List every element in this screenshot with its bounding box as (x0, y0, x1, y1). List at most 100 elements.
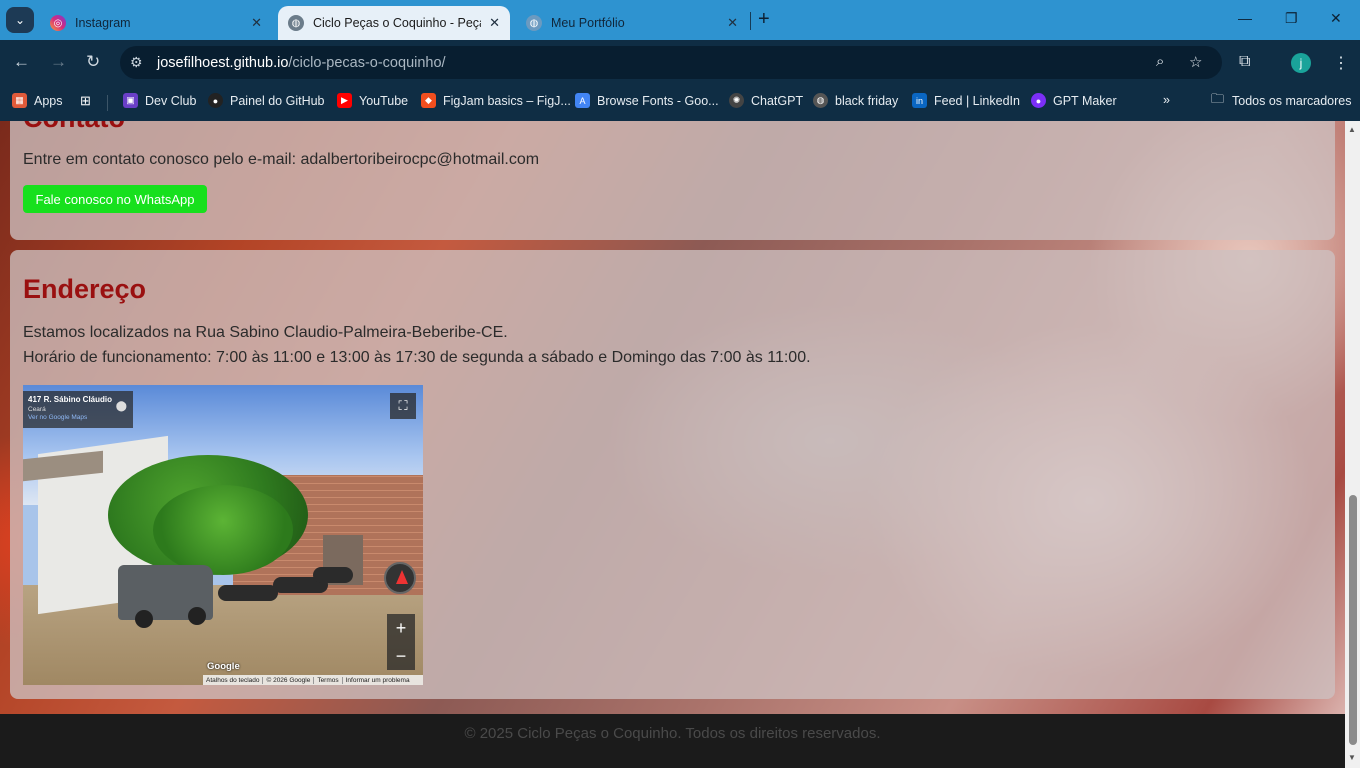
keyboard-shortcuts-link[interactable]: Atalhos do teclado (203, 676, 264, 684)
google-fonts-icon: A (575, 93, 590, 108)
tab-instagram[interactable]: ◎ Instagram ✕ (40, 6, 272, 40)
compass-control[interactable] (384, 562, 416, 594)
bookmark-label: Dev Club (145, 93, 197, 108)
bookmark-label: Browse Fonts - Goo... (597, 93, 719, 108)
zoom-out-button[interactable]: − (387, 642, 415, 670)
extensions-icon[interactable]: ⧉ (1239, 53, 1250, 71)
address-section: Endereço Estamos localizados na Rua Sabi… (10, 250, 1335, 699)
whatsapp-button[interactable]: Fale conosco no WhatsApp (23, 185, 207, 213)
globe-icon: ◍ (288, 15, 304, 31)
close-window-button[interactable]: ✕ (1330, 10, 1342, 27)
menu-kebab-icon[interactable]: ⋮ (1333, 53, 1349, 73)
bookmark-grid[interactable]: ⊞ (78, 93, 100, 108)
browser-toolbar: ← → ↻ ⚙ josefilhoest.github.io/ciclo-pec… (0, 40, 1360, 84)
terms-link[interactable]: Termos (314, 676, 343, 684)
bookmark-figjam[interactable]: ◆ FigJam basics – FigJ... (421, 93, 571, 108)
bookmarks-bar: ▦ Apps ⊞ ▣ Dev Club ● Painel do GitHub ▶ You… (0, 84, 1360, 121)
bookmark-github[interactable]: ● Painel do GitHub (208, 93, 325, 108)
bookmark-chatgpt[interactable]: ✺ ChatGPT (729, 93, 803, 108)
close-icon[interactable]: ✕ (727, 15, 738, 31)
profile-avatar[interactable]: j (1291, 53, 1311, 73)
bookmark-youtube[interactable]: ▶ YouTube (337, 93, 408, 108)
bookmark-google-fonts[interactable]: A Browse Fonts - Goo... (575, 93, 719, 108)
forward-button[interactable]: → (50, 52, 67, 72)
contact-heading: Contato (23, 121, 125, 134)
folder-icon: 🗀 (1210, 90, 1224, 106)
street-view-embed[interactable]: 417 R. Sábino Cláudio Ceará Ver no Googl… (23, 385, 423, 685)
scroll-up-arrow-icon[interactable]: ▲ (1348, 125, 1356, 134)
fullscreen-button[interactable]: ⛶ (390, 393, 416, 419)
tab-groups-icon: ⊞ (80, 92, 91, 108)
tab-separator (750, 12, 751, 30)
tab-search-button[interactable]: ⌄ (6, 7, 34, 33)
street-view-region: Ceará (28, 406, 46, 413)
address-bar[interactable]: ⚙ josefilhoest.github.io/ciclo-pecas-o-c… (120, 46, 1222, 79)
scrollbar-thumb[interactable] (1349, 495, 1357, 745)
chevron-down-icon: ⌄ (14, 13, 26, 27)
google-logo: Google (207, 661, 240, 672)
bookmark-label: Painel do GitHub (230, 93, 325, 108)
tab-title: Ciclo Peças o Coquinho - Peças (313, 16, 482, 30)
new-tab-button[interactable]: + (758, 9, 770, 29)
bookmark-label: black friday (835, 93, 899, 108)
bookmark-devclub[interactable]: ▣ Dev Club (123, 93, 196, 108)
close-icon[interactable]: ✕ (251, 15, 262, 31)
map-footer: Atalhos do teclado © 2026 Google Termos … (203, 675, 423, 685)
bookmark-label: Feed | LinkedIn (934, 93, 1020, 108)
close-icon[interactable]: ✕ (489, 15, 500, 31)
globe-icon: ◍ (526, 15, 542, 31)
minimize-button[interactable]: — (1238, 10, 1252, 26)
bookmark-label: Apps (34, 93, 63, 108)
instagram-icon: ◎ (50, 15, 66, 31)
url-text[interactable]: josefilhoest.github.io/ciclo-pecas-o-coq… (157, 55, 446, 71)
tab-title: Instagram (75, 16, 131, 30)
address-line: Estamos localizados na Rua Sabino Claudi… (23, 324, 508, 341)
map-copyright: © 2026 Google (263, 676, 315, 684)
street-view-info-box: 417 R. Sábino Cláudio Ceará Ver no Googl… (23, 391, 133, 428)
bookmark-label: FigJam basics – FigJ... (443, 93, 571, 108)
tab-strip: ⌄ ◎ Instagram ✕ ◍ Ciclo Peças o Coquinho… (0, 0, 1360, 40)
tab-title: Meu Portfólio (551, 16, 625, 30)
bookmark-star-icon[interactable]: ☆ (1189, 53, 1202, 71)
page-scrollbar[interactable]: ▲ ▼ (1345, 121, 1360, 768)
gptmaker-icon: ● (1031, 93, 1046, 108)
map-pin-icon: ⬤ (115, 401, 127, 412)
bookmark-linkedin[interactable]: in Feed | LinkedIn (912, 93, 1020, 108)
url-host: josefilhoest.github.io (157, 55, 289, 71)
footer-copyright: © 2025 Ciclo Peças o Coquinho. Todos os … (464, 725, 881, 742)
bookmark-label: ChatGPT (751, 93, 804, 108)
page-viewport: Contato Entre em contato conosco pelo e-… (0, 121, 1345, 768)
chatgpt-icon: ✺ (729, 93, 744, 108)
zoom-in-button[interactable]: + (387, 614, 415, 642)
reload-button[interactable]: ↻ (86, 52, 100, 72)
bookmark-label: YouTube (359, 93, 409, 108)
zoom-icon[interactable]: ⌕ (1156, 53, 1164, 70)
globe-icon: ◍ (813, 93, 828, 108)
site-info-icon[interactable]: ⚙ (130, 54, 143, 71)
devclub-icon: ▣ (123, 93, 138, 108)
report-problem-link[interactable]: Informar um problema (343, 677, 413, 684)
figma-icon: ◆ (421, 93, 436, 108)
scroll-down-arrow-icon[interactable]: ▼ (1348, 753, 1356, 762)
opening-hours: Horário de funcionamento: 7:00 às 11:00 … (23, 349, 811, 366)
tab-ciclo-pecas[interactable]: ◍ Ciclo Peças o Coquinho - Peças ✕ (278, 6, 510, 40)
tab-portfolio[interactable]: ◍ Meu Portfólio ✕ (516, 6, 748, 40)
street-view-address: 417 R. Sábino Cláudio (28, 395, 113, 404)
bookmark-label: GPT Maker (1053, 93, 1117, 108)
bookmark-apps[interactable]: ▦ Apps (12, 93, 63, 108)
restore-button[interactable]: ❐ (1285, 10, 1298, 27)
all-bookmarks-folder[interactable]: 🗀 Todos os marcadores (1210, 90, 1352, 108)
page-footer: © 2025 Ciclo Peças o Coquinho. Todos os … (0, 714, 1345, 768)
bookmark-label: Todos os marcadores (1232, 93, 1352, 108)
bookmark-gptmaker[interactable]: ● GPT Maker (1031, 93, 1117, 108)
view-on-google-maps-link[interactable]: Ver no Google Maps (28, 414, 128, 421)
apps-grid-icon: ▦ (12, 93, 27, 108)
contact-text: Entre em contato conosco pelo e-mail: ad… (23, 151, 540, 168)
youtube-icon: ▶ (337, 93, 352, 108)
fullscreen-icon: ⛶ (398, 398, 408, 413)
chevron-double-right-icon: » (1163, 93, 1170, 107)
more-bookmarks-button[interactable]: » (1163, 93, 1170, 107)
bookmark-black-friday[interactable]: ◍ black friday (813, 93, 898, 108)
back-button[interactable]: ← (13, 52, 30, 72)
address-heading: Endereço (23, 274, 147, 304)
